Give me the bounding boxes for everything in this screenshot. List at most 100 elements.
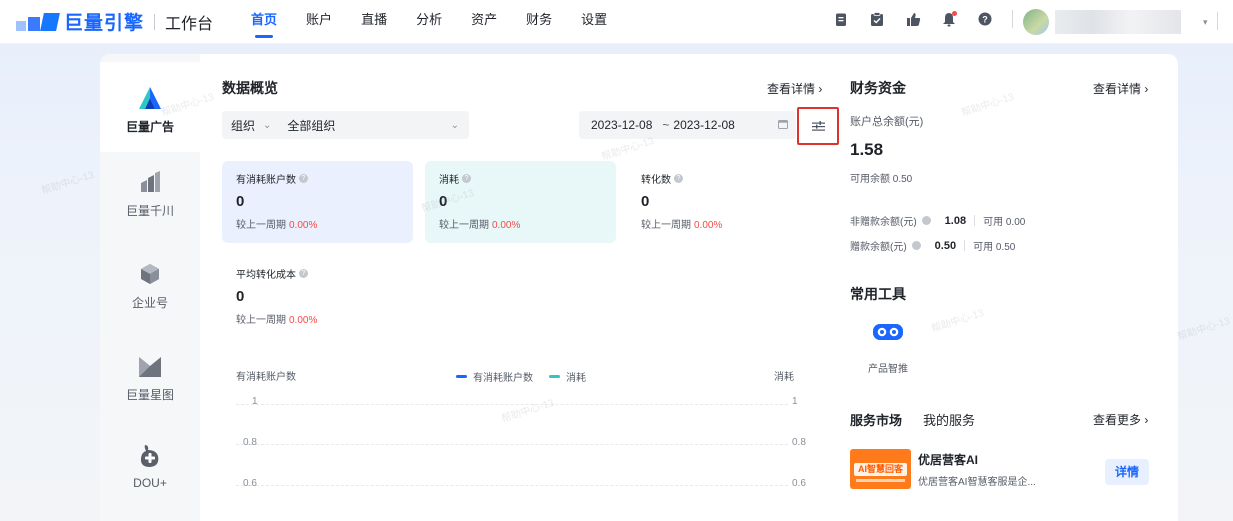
nav-live[interactable]: 直播 bbox=[361, 0, 387, 44]
nav-settings[interactable]: 设置 bbox=[581, 0, 607, 44]
metric-value: 0 bbox=[236, 193, 245, 210]
dou-plus-icon bbox=[140, 445, 159, 467]
nav-analysis[interactable]: 分析 bbox=[416, 0, 442, 44]
bell-icon[interactable] bbox=[940, 10, 958, 28]
checklist-icon[interactable] bbox=[868, 10, 886, 28]
chart-right-axis-label: 消耗 bbox=[774, 372, 794, 383]
total-balance-value: 1.58 bbox=[850, 140, 884, 159]
non-gift-balance-row: 非赠款余额(元) 1.08 可用 0.00 bbox=[850, 213, 1025, 229]
metric-card-spend[interactable]: 消耗? 0 较上一周期 0.00% bbox=[425, 161, 616, 243]
chevron-right-icon: › bbox=[1144, 82, 1149, 96]
watermark: 帮助中心-13 bbox=[1176, 315, 1232, 344]
metric-card-conversions[interactable]: 转化数? 0 较上一周期 0.00% bbox=[627, 161, 818, 243]
overview-detail-link-label: 查看详情 bbox=[767, 82, 816, 96]
tool-product-recommend[interactable]: 产品智推 bbox=[863, 314, 913, 375]
clipboard-icon[interactable] bbox=[832, 10, 850, 28]
legend-swatch-spend bbox=[549, 375, 560, 378]
logo-mark-icon bbox=[16, 11, 60, 33]
data-overview-title: 数据概览 bbox=[222, 80, 278, 96]
service-detail-button[interactable]: 详情 bbox=[1105, 459, 1149, 485]
nav-home[interactable]: 首页 bbox=[251, 0, 277, 44]
metric-value: 0 bbox=[641, 193, 650, 210]
legend-item-spend[interactable]: 消耗 bbox=[566, 369, 586, 384]
watermark: 帮助中心-13 bbox=[40, 169, 96, 198]
svg-text:?: ? bbox=[982, 15, 988, 25]
help-icon[interactable]: ? bbox=[976, 10, 994, 28]
services-more-link[interactable]: 查看更多 › bbox=[1093, 411, 1148, 428]
metric-card-avg-conversion-cost[interactable]: 平均转化成本? 0 较上一周期 0.00% bbox=[222, 256, 413, 338]
help-icon[interactable]: ? bbox=[299, 269, 308, 278]
user-menu[interactable]: ▾ bbox=[1023, 9, 1208, 35]
nav-finance[interactable]: 财务 bbox=[526, 0, 552, 44]
chart-left-axis-label: 有消耗账户数 bbox=[236, 372, 296, 383]
help-icon[interactable]: ? bbox=[299, 174, 308, 183]
service-name: 优居营客AI bbox=[918, 453, 979, 467]
glasses-icon bbox=[873, 324, 903, 340]
help-icon[interactable] bbox=[911, 241, 921, 250]
chevron-right-icon: › bbox=[818, 82, 823, 96]
chevron-down-icon: ⌄ bbox=[450, 119, 459, 131]
finance-detail-link[interactable]: 查看详情 › bbox=[1093, 80, 1148, 97]
tools-title: 常用工具 bbox=[850, 286, 906, 302]
tab-my-services[interactable]: 我的服务 bbox=[923, 410, 975, 429]
sidebar-item-qianchuan[interactable]: 巨量千川 bbox=[100, 168, 200, 219]
metric-compare-label: 较上一周期 bbox=[641, 220, 691, 231]
finance-detail-link-label: 查看详情 bbox=[1093, 82, 1142, 96]
star-map-icon bbox=[139, 357, 161, 377]
tab-service-market[interactable]: 服务市场 bbox=[850, 410, 902, 429]
enterprise-cube-icon bbox=[141, 264, 159, 284]
legend-swatch-accounts bbox=[456, 375, 467, 378]
sidebar-item-dou-plus[interactable]: DOU+ bbox=[100, 442, 200, 490]
y-tick-right: 0.8 bbox=[792, 437, 806, 448]
gift-balance-row: 赠款余额(元) 0.50 可用 0.50 bbox=[850, 238, 1016, 254]
metric-card-active-accounts[interactable]: 有消耗账户数? 0 较上一周期 0.00% bbox=[222, 161, 413, 243]
date-separator: ~ bbox=[662, 118, 670, 132]
brand-logo[interactable]: 巨量引擎 工作台 bbox=[16, 8, 213, 35]
top-divider bbox=[1012, 10, 1013, 28]
sidebar-item-label: 企业号 bbox=[131, 296, 168, 310]
filter-settings-button[interactable] bbox=[797, 107, 839, 145]
sidebar-item-label: 巨量星图 bbox=[125, 388, 174, 402]
org-select-value: 全部组织 bbox=[287, 118, 336, 133]
metric-value: 0 bbox=[439, 193, 448, 210]
gift-available: 可用 0.50 bbox=[973, 242, 1016, 253]
logo-divider bbox=[154, 13, 156, 30]
metric-compare-label: 较上一周期 bbox=[236, 220, 286, 231]
chart-gridline bbox=[236, 485, 788, 486]
help-icon[interactable]: ? bbox=[462, 174, 471, 183]
sidebar-item-star-map[interactable]: 巨量星图 bbox=[100, 352, 200, 403]
help-icon[interactable]: ? bbox=[674, 174, 683, 183]
product-sidebar: 巨量广告 巨量千川 企业号 巨量星图 DOU+ bbox=[100, 54, 200, 521]
nav-account[interactable]: 账户 bbox=[306, 0, 332, 44]
finance-title: 财务资金 bbox=[850, 80, 906, 96]
metric-value: 0 bbox=[236, 288, 245, 305]
metric-label: 有消耗账户数 bbox=[236, 175, 296, 186]
date-start: 2023-12-08 bbox=[591, 118, 653, 132]
org-select-label: 组织 bbox=[231, 118, 256, 133]
chevron-down-icon[interactable]: ▾ bbox=[1203, 17, 1208, 28]
tool-label: 产品智推 bbox=[868, 364, 908, 375]
sidebar-item-ocean-engine-ads[interactable]: 巨量广告 bbox=[100, 62, 200, 152]
nav-assets[interactable]: 资产 bbox=[471, 0, 497, 44]
main-card: 巨量广告 巨量千川 企业号 巨量星图 DOU+ 数据概览 查看详情 › 组织 ⌄… bbox=[100, 54, 1178, 521]
overview-detail-link[interactable]: 查看详情 › bbox=[767, 80, 822, 97]
avatar[interactable] bbox=[1023, 9, 1049, 35]
chart-legend: 有消耗账户数 消耗 bbox=[456, 369, 586, 384]
thumbs-up-icon[interactable] bbox=[904, 10, 922, 28]
ocean-engine-ads-icon bbox=[139, 87, 161, 109]
date-end: 2023-12-08 bbox=[673, 118, 735, 132]
chevron-down-icon: ⌄ bbox=[263, 119, 272, 131]
y-tick-left: 0.6 bbox=[243, 478, 257, 489]
date-range-picker[interactable]: 2023-12-08 ~ 2023-12-08 bbox=[579, 111, 796, 139]
non-gift-balance-value: 1.08 bbox=[944, 214, 967, 227]
chart-gridline bbox=[236, 404, 788, 405]
gift-balance-value: 0.50 bbox=[934, 239, 957, 252]
org-select[interactable]: 组织 ⌄ 全部组织 ⌄ bbox=[222, 111, 469, 139]
non-gift-balance-label: 非赠款余额(元) bbox=[850, 217, 917, 228]
sidebar-item-enterprise[interactable]: 企业号 bbox=[100, 260, 200, 311]
workspace-name: 工作台 bbox=[165, 15, 214, 33]
notification-dot bbox=[952, 11, 957, 16]
legend-item-accounts[interactable]: 有消耗账户数 bbox=[473, 369, 533, 384]
y-tick-left: 1 bbox=[252, 396, 258, 407]
help-icon[interactable] bbox=[921, 216, 931, 225]
